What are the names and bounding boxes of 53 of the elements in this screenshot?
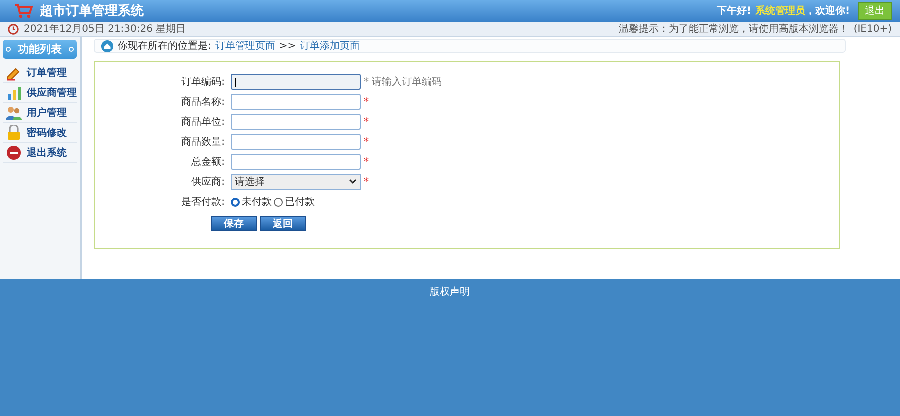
field-label: 商品数量:	[180, 136, 225, 149]
required-mark: *	[364, 156, 369, 168]
caret-icon	[349, 179, 357, 185]
required-mark: *	[364, 176, 369, 188]
user-name: 系统管理员	[755, 4, 806, 18]
supplier-dropdown[interactable]: 请选择	[231, 174, 361, 190]
input-field[interactable]	[231, 134, 361, 150]
lock-icon	[6, 124, 22, 140]
current-page: 订单添加页面	[300, 40, 360, 53]
input-field[interactable]	[231, 114, 361, 130]
bullet-icon	[69, 47, 74, 52]
form-button[interactable]: 保存	[211, 216, 257, 231]
greeting-text: 下午好!	[716, 4, 752, 18]
required-mark: *	[364, 116, 369, 128]
sidebar-link[interactable]: 密码修改	[27, 126, 67, 140]
field-label: 商品单位:	[180, 116, 225, 129]
field-label: 商品名称:	[180, 96, 225, 109]
sidebar-link[interactable]: 订单管理	[27, 66, 67, 80]
bullet-icon	[6, 47, 11, 52]
location-label: 你现在所在的位置是:	[118, 40, 212, 53]
sidebar-link[interactable]: 用户管理	[27, 106, 67, 120]
field-label: 供应商:	[190, 176, 225, 189]
required-mark: *	[364, 96, 369, 108]
sidebar-link[interactable]: 供应商管理	[27, 86, 77, 100]
field-label: 是否付款:	[180, 196, 225, 209]
people-icon	[6, 104, 22, 120]
input-field[interactable]	[231, 94, 361, 110]
app-title: 超市订单管理系统	[40, 2, 144, 20]
sidebar-link[interactable]: 退出系统	[27, 146, 67, 160]
required-mark: *	[364, 76, 369, 88]
form-button[interactable]: 返回	[260, 216, 306, 231]
breadcrumb-separator: >>	[279, 40, 296, 52]
breadcrumb-link[interactable]: 订单管理页面	[215, 39, 276, 53]
radio-label: 未付款	[242, 196, 272, 209]
field-hint: 请输入订单编码	[372, 76, 442, 89]
copyright-text: 版权声明	[430, 286, 470, 300]
required-mark: *	[364, 136, 369, 148]
field-label: 订单编码:	[180, 76, 225, 89]
sidebar-title: 功能列表	[18, 42, 62, 57]
field-label: 总金额:	[190, 156, 225, 169]
radio-button[interactable]	[231, 198, 240, 206]
input-field[interactable]	[231, 74, 361, 90]
radio-label: 已付款	[285, 196, 315, 209]
chart-icon	[6, 84, 22, 100]
browser-tip: 温馨提示：为了能正常浏览，请使用高版本浏览器！	[618, 22, 849, 36]
radio-button[interactable]	[274, 198, 283, 206]
shopping-cart-icon	[14, 3, 34, 19]
welcome-text: ，欢迎你!	[805, 4, 850, 18]
stop-sign-icon	[6, 144, 22, 160]
clock-icon	[8, 24, 19, 34]
date-time: 2021年12月05日 21:30:26 星期日	[24, 22, 186, 36]
browser-version: (IE10+)	[854, 24, 892, 34]
input-field[interactable]	[231, 154, 361, 170]
